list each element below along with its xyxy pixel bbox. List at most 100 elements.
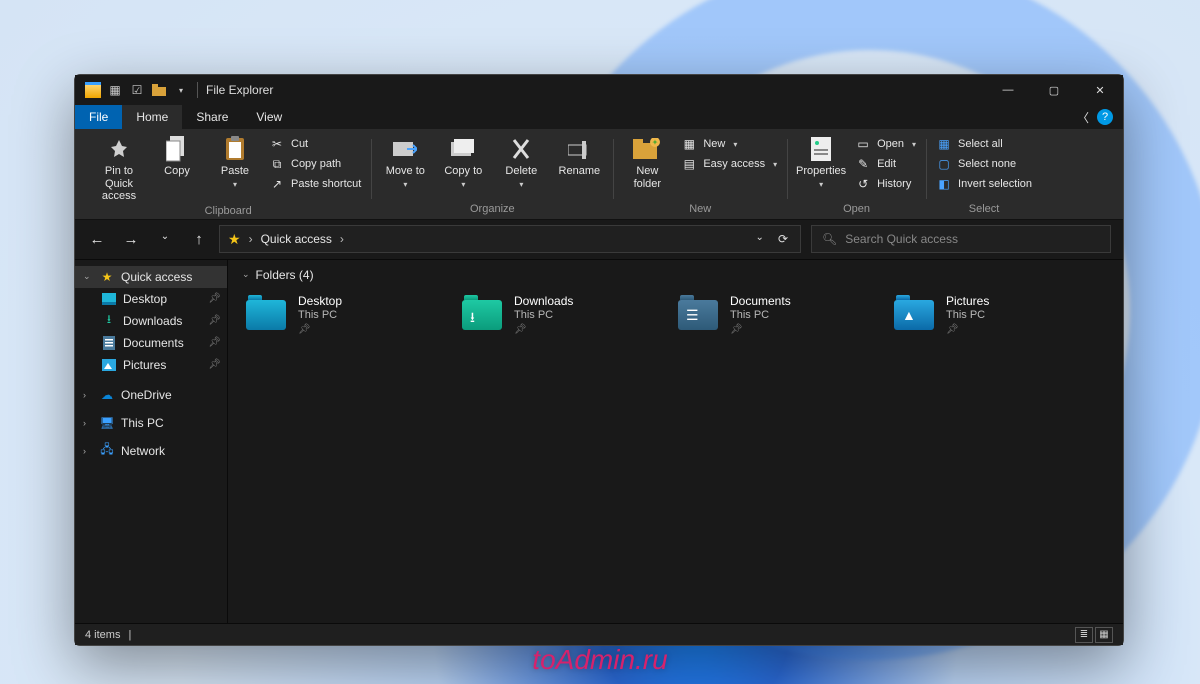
chevron-right-icon[interactable]: › (83, 390, 93, 400)
chevron-right-icon[interactable]: › (83, 446, 93, 456)
sidebar-desktop-label: Desktop (123, 292, 167, 306)
folder-item-pictures[interactable]: ▲ Pictures This PC 📌︎ (890, 290, 1090, 339)
picture-icon: ▲ (902, 307, 916, 323)
tab-home[interactable]: Home (122, 105, 182, 129)
open-button[interactable]: ▭Open▾ (853, 135, 918, 153)
edit-label: Edit (877, 158, 896, 170)
easy-access-dropdown-icon[interactable]: ▾ (773, 160, 777, 169)
properties-label: Properties (796, 165, 846, 178)
chevron-down-icon[interactable]: ⌄ (242, 269, 250, 280)
view-details-button[interactable]: ≣ (1075, 627, 1093, 643)
sidebar-item-network[interactable]: › 🖧 Network (75, 440, 227, 462)
copy-path-icon: ⧉ (269, 156, 285, 172)
sidebar-item-onedrive[interactable]: › ☁ OneDrive (75, 384, 227, 406)
folder-downloads-location: This PC (514, 309, 573, 321)
chevron-down-icon[interactable]: ⌄ (83, 271, 93, 282)
open-dropdown-icon[interactable]: ▾ (912, 140, 916, 149)
sidebar-downloads-label: Downloads (123, 314, 182, 328)
pin-to-quick-access-button[interactable]: Pin to Quick access (93, 135, 145, 203)
folder-pictures-location: This PC (946, 309, 989, 321)
breadcrumb[interactable]: ★ › Quick access › ⌄ ⟳ (219, 225, 801, 253)
sidebar-item-downloads[interactable]: ⭳ Downloads 📌︎ (93, 310, 227, 332)
section-header-folders[interactable]: ⌄ Folders (4) (242, 268, 1109, 282)
copy-button[interactable]: Copy (151, 135, 203, 178)
properties-dropdown-icon[interactable]: ▾ (819, 180, 823, 189)
breadcrumb-location[interactable]: Quick access (261, 232, 332, 246)
sidebar-network-label: Network (121, 444, 165, 458)
nav-up-button[interactable]: ↑ (189, 231, 209, 248)
sidebar-pictures-label: Pictures (123, 358, 166, 372)
network-icon: 🖧 (99, 443, 115, 459)
history-button[interactable]: ↺History (853, 175, 918, 193)
rename-button[interactable]: Rename (553, 135, 605, 178)
qat-properties-icon[interactable]: ▦ (107, 82, 123, 98)
close-button[interactable]: ✕ (1077, 75, 1123, 105)
nav-recent-dropdown[interactable]: ⌄ (155, 231, 175, 248)
search-box[interactable]: 🔍︎ Search Quick access (811, 225, 1111, 253)
copy-to-button[interactable]: Copy to ▾ (437, 135, 489, 189)
folder-item-documents[interactable]: ☰ Documents This PC 📌︎ (674, 290, 874, 339)
sidebar-item-pictures[interactable]: Pictures 📌︎ (93, 354, 227, 376)
paste-shortcut-button[interactable]: ↗Paste shortcut (267, 175, 363, 193)
folder-item-desktop[interactable]: Desktop This PC 📌︎ (242, 290, 442, 339)
content-pane[interactable]: ⌄ Folders (4) Desktop This PC 📌︎ ⭳ Downl… (227, 260, 1123, 623)
nav-back-button[interactable]: ← (87, 231, 107, 248)
minimize-button[interactable]: — (985, 75, 1031, 105)
folder-item-downloads[interactable]: ⭳ Downloads This PC 📌︎ (458, 290, 658, 339)
easy-access-label: Easy access (703, 158, 765, 170)
breadcrumb-chevron-icon[interactable]: › (340, 232, 344, 246)
delete-dropdown-icon[interactable]: ▾ (519, 180, 523, 189)
help-icon[interactable]: ? (1097, 109, 1113, 125)
paste-shortcut-icon: ↗ (269, 176, 285, 192)
invert-selection-button[interactable]: ◧Invert selection (934, 175, 1034, 193)
move-to-button[interactable]: Move to ▾ (379, 135, 431, 189)
pin-label: Pin to Quick access (93, 165, 145, 203)
maximize-button[interactable]: ▢ (1031, 75, 1077, 105)
select-all-button[interactable]: ▦Select all (934, 135, 1034, 153)
collapse-ribbon-icon[interactable]: 〈 (1077, 109, 1089, 126)
easy-access-button[interactable]: ▤Easy access▾ (679, 155, 779, 173)
delete-icon (507, 135, 535, 163)
view-large-icons-button[interactable]: ▦ (1095, 627, 1113, 643)
tab-file[interactable]: File (75, 105, 122, 129)
svg-text:✦: ✦ (652, 138, 659, 147)
desktop-icon (101, 291, 117, 307)
sidebar-documents-label: Documents (123, 336, 184, 350)
qat-dropdown-icon[interactable]: ▾ (173, 82, 189, 98)
copy-path-label: Copy path (291, 158, 341, 170)
new-item-button[interactable]: ▦New▾ (679, 135, 779, 153)
breadcrumb-history-dropdown[interactable]: ⌄ (756, 232, 764, 246)
tab-share[interactable]: Share (182, 105, 242, 129)
select-none-button[interactable]: ▢Select none (934, 155, 1034, 173)
paste-button[interactable]: Paste ▾ (209, 135, 261, 189)
qat-newfolder-icon[interactable] (151, 82, 167, 98)
paste-dropdown-icon[interactable]: ▾ (233, 180, 237, 189)
sidebar-quick-access-label: Quick access (121, 270, 192, 284)
sidebar-item-desktop[interactable]: Desktop 📌︎ (93, 288, 227, 310)
new-folder-button[interactable]: ✦ New folder (621, 135, 673, 190)
tab-view[interactable]: View (242, 105, 296, 129)
cut-button[interactable]: ✂Cut (267, 135, 363, 153)
sidebar-item-quick-access[interactable]: ⌄ ★ Quick access (75, 266, 227, 288)
group-open-label: Open (843, 203, 870, 215)
title-divider (197, 82, 198, 98)
copy-to-dropdown-icon[interactable]: ▾ (461, 180, 465, 189)
copy-path-button[interactable]: ⧉ Copy path (267, 155, 363, 173)
cut-label: Cut (291, 138, 308, 150)
edit-button[interactable]: ✎Edit (853, 155, 918, 173)
pin-icon: 📌︎ (208, 337, 221, 348)
ribbon-tabs: File Home Share View 〈 ? (75, 105, 1123, 129)
refresh-button[interactable]: ⟳ (778, 232, 788, 246)
move-to-dropdown-icon[interactable]: ▾ (403, 180, 407, 189)
properties-button[interactable]: Properties ▾ (795, 135, 847, 189)
delete-button[interactable]: Delete ▾ (495, 135, 547, 189)
nav-forward-button[interactable]: → (121, 231, 141, 248)
copy-to-label: Copy to (444, 165, 482, 178)
sidebar-item-documents[interactable]: Documents 📌︎ (93, 332, 227, 354)
new-item-dropdown-icon[interactable]: ▾ (733, 140, 737, 149)
qat-checkbox-icon[interactable]: ☑ (129, 82, 145, 98)
chevron-right-icon[interactable]: › (83, 418, 93, 428)
rename-label: Rename (559, 165, 601, 178)
title-bar[interactable]: ▦ ☑ ▾ File Explorer — ▢ ✕ (75, 75, 1123, 105)
sidebar-item-this-pc[interactable]: › 🖥 This PC (75, 412, 227, 434)
